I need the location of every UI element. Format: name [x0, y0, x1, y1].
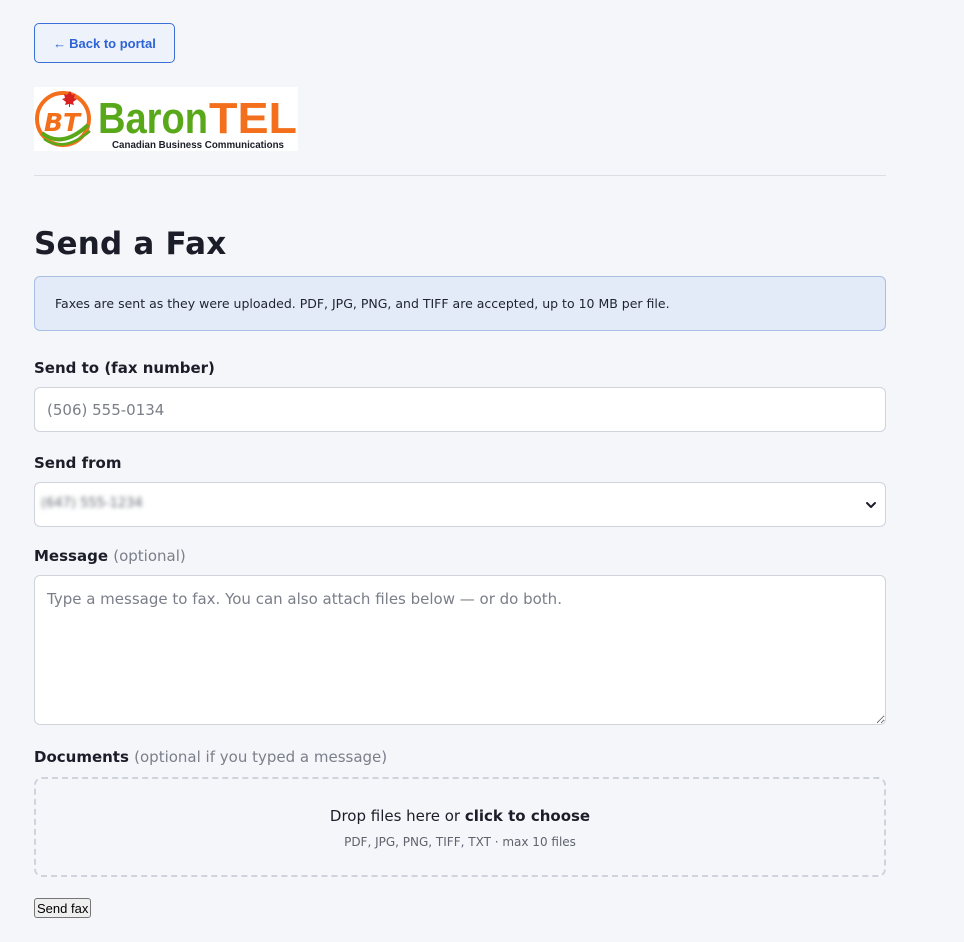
barontel-logo-graphic: BT Baron TEL Canadian Business Communica…	[35, 91, 297, 151]
logo-badge-text: BT	[44, 108, 82, 137]
message-label: Message (optional)	[34, 547, 886, 565]
file-dropzone[interactable]: Drop files here or click to choose PDF, …	[34, 777, 886, 877]
send-from-select[interactable]: (647) 555-1234	[34, 482, 886, 527]
send-to-label: Send to (fax number)	[34, 359, 215, 377]
send-fax-button[interactable]: Send fax	[34, 898, 92, 918]
logo-tagline: Canadian Business Communications	[112, 139, 284, 151]
message-textarea[interactable]	[34, 575, 886, 725]
send-to-input[interactable]	[34, 387, 886, 432]
back-to-portal-label: Back to portal	[69, 35, 156, 51]
info-notice: Faxes are sent as they were uploaded. PD…	[34, 276, 886, 331]
dropzone-main-text: Drop files here or click to choose	[330, 806, 590, 826]
documents-optional-hint: (optional if you typed a message)	[134, 748, 388, 766]
message-optional-hint: (optional)	[113, 547, 186, 565]
dropzone-choose-link[interactable]: click to choose	[465, 807, 590, 825]
info-notice-text: Faxes are sent as they were uploaded. PD…	[55, 296, 670, 311]
back-to-portal-button[interactable]: ← Back to portal	[34, 23, 175, 63]
message-label-text: Message	[34, 547, 114, 565]
dropzone-file-hint: PDF, JPG, PNG, TIFF, TXT · max 10 files	[344, 834, 576, 849]
send-from-selected-value: (647) 555-1234	[41, 496, 143, 511]
page-title: Send a Fax	[34, 226, 227, 262]
documents-label: Documents (optional if you typed a messa…	[34, 748, 886, 766]
logo-brand-part1: Baron	[98, 94, 208, 143]
dropzone-drop-text: Drop files here or	[329, 806, 465, 825]
barontel-logo: BT Baron TEL Canadian Business Communica…	[34, 87, 298, 151]
logo-brand-part2: TEL	[209, 94, 297, 143]
header-divider	[34, 175, 886, 176]
send-from-label: Send from	[34, 454, 122, 472]
arrow-left-icon: ←	[53, 35, 67, 51]
documents-label-text: Documents	[34, 748, 135, 766]
chevron-down-icon	[866, 502, 876, 508]
page-container: ← Back to portal BT Baron TEL Canadian B…	[34, 23, 886, 918]
